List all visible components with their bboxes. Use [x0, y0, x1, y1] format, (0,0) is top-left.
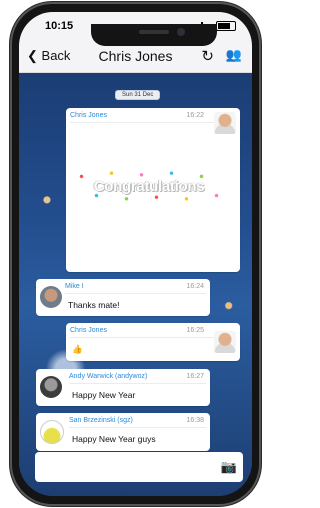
- chat-title: Chris Jones: [98, 48, 173, 64]
- message-composer[interactable]: 📷: [35, 452, 243, 482]
- image-caption: Congratulations: [93, 177, 205, 195]
- message-bubble[interactable]: Andy Warwick (andywoz) 16:27 Happy New Y…: [36, 369, 210, 406]
- date-divider: Sun 31 Dec: [115, 90, 161, 100]
- avatar[interactable]: [40, 286, 62, 308]
- divider: [65, 293, 206, 294]
- divider: [69, 427, 206, 428]
- message-image[interactable]: Chris Jones 16:22 Congratulations: [66, 108, 240, 272]
- message-time: 16:27: [186, 373, 204, 380]
- message-bubble[interactable]: San Brzezinski (sgz) 16:38 Happy New Yea…: [36, 413, 210, 451]
- divider: [69, 383, 206, 384]
- nav-bar: ❮ Back Chris Jones ↻ 👥: [19, 42, 252, 73]
- avatar[interactable]: [214, 331, 236, 353]
- avatar[interactable]: [40, 376, 62, 398]
- refresh-icon[interactable]: ↻: [201, 47, 214, 65]
- message-sender: San Brzezinski (sgz): [69, 417, 133, 424]
- message-bubble[interactable]: Mike I 16:24 Thanks mate!: [36, 279, 210, 316]
- avatar[interactable]: [214, 112, 236, 134]
- message-time: 16:38: [186, 417, 204, 424]
- message-bubble[interactable]: Chris Jones 16:25 👍: [66, 323, 240, 361]
- message-sender: Chris Jones: [70, 112, 107, 119]
- message-sender: Mike I: [65, 283, 84, 290]
- front-camera: [177, 28, 185, 36]
- message-text: 👍: [72, 344, 83, 354]
- camera-icon[interactable]: 📷: [221, 459, 237, 475]
- message-time: 16:24: [186, 283, 204, 290]
- screen: 10:15 ◔ ❮ Back Chris Jones ↻ 👥 Sun 31 De…: [19, 12, 252, 496]
- message-text: Happy New Year: [72, 390, 136, 400]
- divider: [70, 122, 236, 123]
- speaker: [139, 30, 169, 34]
- message-text: Happy New Year guys: [72, 434, 156, 444]
- status-time: 10:15: [45, 20, 74, 32]
- message-time: 16:22: [186, 112, 204, 119]
- congratulations-image: Congratulations: [74, 170, 224, 202]
- message-sender: Andy Warwick (andywoz): [69, 373, 148, 380]
- divider: [70, 337, 236, 338]
- battery-icon: [216, 21, 236, 31]
- participants-icon[interactable]: 👥: [226, 47, 242, 63]
- message-time: 16:25: [186, 327, 204, 334]
- message-sender: Chris Jones: [70, 327, 107, 334]
- avatar[interactable]: [40, 420, 64, 444]
- message-text: Thanks mate!: [68, 300, 120, 310]
- notch: [91, 24, 217, 46]
